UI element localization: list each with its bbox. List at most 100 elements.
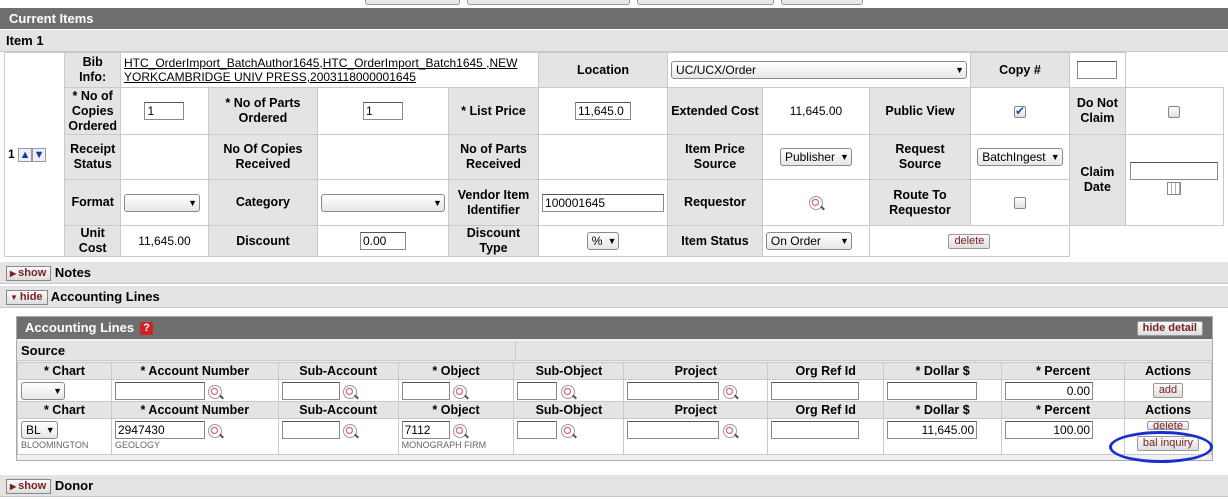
- account-input[interactable]: [114, 421, 205, 439]
- calendar-icon[interactable]: [1167, 182, 1182, 195]
- source-label: Source: [21, 343, 66, 358]
- copy-number-input[interactable]: [1077, 61, 1118, 79]
- receipt-status-value: [120, 134, 209, 180]
- claim-date-input[interactable]: [1130, 162, 1219, 180]
- object-name: MONOGRAPH FIRM: [401, 440, 487, 450]
- new-sub-account-input[interactable]: [281, 382, 340, 400]
- public-view-checkbox[interactable]: [1013, 104, 1026, 118]
- col-header: Actions: [1124, 401, 1212, 419]
- project-search-icon[interactable]: [722, 423, 737, 438]
- accounting-title: Accounting Lines: [50, 289, 160, 304]
- do-not-claim-checkbox[interactable]: [1168, 105, 1181, 118]
- item-table: 1 ▲ ▼ Bib Info: HTC_OrderImport_BatchAuth…: [3, 52, 1225, 257]
- accounting-lines-header: ▼ hide Accounting Lines: [0, 286, 1228, 308]
- col-header: Sub-Object: [513, 362, 625, 380]
- object-search-icon[interactable]: [452, 384, 467, 399]
- donor-toggle-button[interactable]: ▶ show: [6, 479, 52, 495]
- sub-account-input[interactable]: [281, 421, 340, 439]
- item-title: Item 1: [0, 30, 1228, 52]
- top-button[interactable]: [781, 0, 863, 5]
- project-input[interactable]: [627, 421, 720, 439]
- discount-label: Discount: [207, 225, 318, 257]
- top-toolbar-strip: [0, 0, 1228, 8]
- claim-date-label: Claim Date: [1068, 134, 1126, 226]
- bib-info-link[interactable]: HTC_OrderImport_BatchAuthor1645,HTC_Orde…: [124, 56, 518, 70]
- requestor-search-icon[interactable]: [808, 195, 823, 210]
- sub-account-search-icon[interactable]: [343, 423, 358, 438]
- parts-ordered-input[interactable]: [362, 102, 403, 120]
- parts-received-value: [538, 134, 669, 180]
- request-source-label: Request Source: [869, 134, 972, 180]
- percent-input[interactable]: [1005, 421, 1094, 439]
- copies-received-value: [316, 134, 449, 180]
- item-price-source-select[interactable]: Publisher ▼: [779, 148, 852, 166]
- format-select[interactable]: ▼: [124, 193, 200, 212]
- list-price-label: * List Price: [447, 87, 540, 135]
- notes-toggle-button[interactable]: ▶ show: [6, 266, 52, 282]
- top-button[interactable]: [365, 0, 460, 5]
- sub-object-input[interactable]: [517, 421, 558, 439]
- new-org-ref-input[interactable]: [771, 382, 860, 400]
- object-search-icon[interactable]: [452, 423, 467, 438]
- triangle-right-icon: ▶: [10, 482, 17, 492]
- col-header: Sub-Account: [277, 401, 399, 419]
- accounting-lines-panel: Accounting Lines? hide detail Source * C…: [16, 316, 1213, 461]
- copy-number-label: Copy #: [970, 52, 1070, 88]
- col-header: Sub-Account: [277, 362, 399, 380]
- new-project-input[interactable]: [627, 382, 720, 400]
- donor-header: ▶ show Donor: [0, 475, 1228, 497]
- row-number: 1: [8, 147, 15, 162]
- accounting-line-row: BL▼ BLOOMINGTON GEOLOGY MONOGRAPH FIRM d…: [17, 418, 1212, 455]
- col-header: Actions: [1124, 362, 1212, 380]
- request-source-select[interactable]: BatchIngest ▼: [977, 148, 1063, 166]
- copies-ordered-input[interactable]: [144, 102, 185, 120]
- list-price-input[interactable]: [575, 102, 632, 120]
- new-dollar-input[interactable]: [887, 382, 978, 400]
- sub-object-search-icon[interactable]: [560, 423, 575, 438]
- top-button[interactable]: [637, 0, 774, 5]
- col-header: Project: [623, 362, 769, 380]
- source-row: Source: [17, 341, 1212, 361]
- chart-select[interactable]: BL ▼: [21, 421, 58, 439]
- bib-info-value: HTC_OrderImport_BatchAuthor1645,HTC_Orde…: [119, 52, 540, 88]
- account-search-icon[interactable]: [208, 384, 223, 399]
- bib-info-link-2[interactable]: YORKCAMBRIDGE UNIV PRESS,200311800000164…: [124, 70, 416, 84]
- donor-title: Donor: [54, 478, 94, 493]
- org-ref-input[interactable]: [771, 421, 860, 439]
- location-label: Location: [538, 52, 669, 88]
- header-row: * Chart * Account Number Sub-Account * O…: [17, 401, 1212, 419]
- col-header: * Dollar $: [883, 362, 1003, 380]
- vendor-item-id-input[interactable]: [542, 193, 665, 212]
- delete-item-button[interactable]: delete: [948, 234, 991, 249]
- new-percent-input[interactable]: [1005, 382, 1094, 400]
- accounting-toggle-button[interactable]: ▼ hide: [6, 290, 48, 306]
- discount-input[interactable]: [359, 232, 406, 250]
- sub-account-search-icon[interactable]: [343, 384, 358, 399]
- discount-type-label: Discount Type: [447, 225, 540, 257]
- new-sub-object-input[interactable]: [517, 382, 558, 400]
- account-search-icon[interactable]: [208, 423, 223, 438]
- sub-object-search-icon[interactable]: [560, 384, 575, 399]
- project-search-icon[interactable]: [722, 384, 737, 399]
- add-line-button[interactable]: add: [1152, 383, 1184, 398]
- route-to-requestor-checkbox[interactable]: [1013, 197, 1026, 210]
- new-accounting-line-row: ▼ add: [17, 379, 1212, 402]
- delete-line-button[interactable]: delete: [1147, 421, 1189, 430]
- hide-detail-button[interactable]: hide detail: [1136, 321, 1203, 336]
- dollar-input[interactable]: [887, 421, 978, 439]
- move-down-icon[interactable]: ▼: [32, 147, 47, 162]
- discount-type-select[interactable]: % ▼: [586, 232, 620, 250]
- location-select[interactable]: UC/UCX/Order ▼: [671, 61, 968, 79]
- category-select[interactable]: ▼: [320, 193, 445, 212]
- object-input[interactable]: [401, 421, 450, 439]
- new-object-input[interactable]: [401, 382, 450, 400]
- category-label: Category: [207, 179, 318, 226]
- new-account-input[interactable]: [114, 382, 205, 400]
- header-row: * Chart * Account Number Sub-Account * O…: [17, 362, 1212, 380]
- top-button[interactable]: [467, 0, 630, 5]
- receipt-status-label: Receipt Status: [64, 134, 121, 180]
- move-up-icon[interactable]: ▲: [18, 147, 33, 162]
- item-status-select[interactable]: On Order ▼: [765, 232, 852, 250]
- help-icon[interactable]: ?: [140, 322, 154, 336]
- new-chart-select[interactable]: ▼: [21, 382, 65, 400]
